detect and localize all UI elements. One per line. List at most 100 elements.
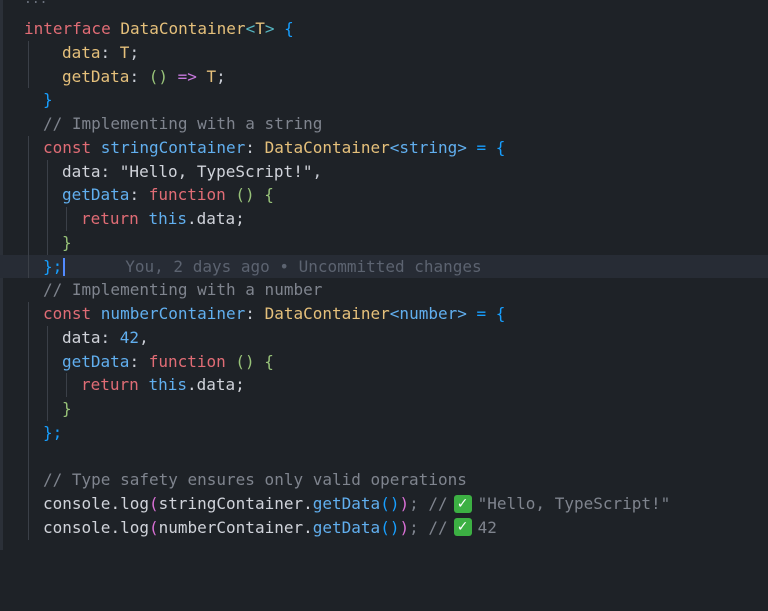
- brace: {: [274, 19, 294, 38]
- punctuation: :: [100, 161, 120, 181]
- comment: // Implementing with a number: [43, 280, 323, 300]
- code-line-13[interactable]: const numberContainer: DataContainer<num…: [0, 302, 768, 326]
- variable-name: stringContainer: [100, 137, 246, 157]
- member-access: .data;: [186, 209, 245, 228]
- variable-name: stringContainer: [158, 494, 304, 513]
- code-line-20[interactable]: // Type safety ensures only valid operat…: [0, 468, 768, 492]
- keyword: const: [43, 304, 101, 323]
- parens: (): [380, 494, 400, 513]
- indent-guide: [47, 183, 48, 207]
- comment: 42: [477, 517, 497, 537]
- comment: // Implementing with a string: [43, 114, 323, 133]
- method-name: getData: [62, 185, 130, 205]
- indent-guide: [28, 349, 29, 374]
- indent-guide: [28, 159, 29, 184]
- type-name: DataContainer: [120, 19, 246, 38]
- property: data: [62, 161, 101, 181]
- object-name: console: [43, 517, 111, 537]
- brace: }: [43, 90, 53, 110]
- paren: (: [148, 517, 159, 537]
- indent-guide: [47, 397, 48, 421]
- this-keyword: this: [148, 375, 187, 395]
- brace: }: [62, 232, 72, 252]
- parens: (): [148, 66, 168, 86]
- code-line-7[interactable]: data: "Hello, TypeScript!",: [0, 159, 768, 184]
- method-name: getData: [312, 517, 381, 537]
- method-name: getData: [62, 351, 130, 371]
- indent-guide: [28, 64, 29, 89]
- code-line-2[interactable]: data: T;: [0, 40, 768, 65]
- indent-guide: [47, 373, 48, 397]
- code-line-5[interactable]: // Implementing with a string: [0, 112, 768, 136]
- type-param: T: [206, 66, 217, 86]
- code-line-3[interactable]: getData: () => T;: [0, 64, 768, 89]
- property: data: [62, 327, 101, 347]
- indent-guide: [28, 515, 29, 540]
- code-editor[interactable]: ... interface DataContainer<T> { data: T…: [0, 0, 768, 550]
- arrow: =>: [167, 66, 207, 86]
- variable-name: numberContainer: [158, 517, 304, 537]
- keyword: function: [148, 185, 226, 205]
- indent-guide: [66, 373, 67, 397]
- indent-guide: [28, 40, 29, 65]
- punctuation: .: [303, 517, 313, 537]
- keyword: interface: [24, 19, 121, 38]
- comment: ; //: [409, 517, 448, 537]
- check-mark-icon: ✓: [453, 518, 472, 537]
- code-line-9[interactable]: return this.data;: [0, 207, 768, 231]
- punctuation: :: [100, 327, 120, 347]
- type-param: T: [255, 19, 265, 38]
- variable-name: numberContainer: [100, 304, 246, 323]
- code-line-8[interactable]: getData: function () {: [0, 183, 768, 207]
- bracket: <: [245, 19, 256, 38]
- punctuation: ,: [312, 161, 323, 181]
- punctuation: .: [303, 494, 313, 513]
- parens: (): [225, 185, 255, 205]
- indent-guide: [28, 420, 29, 445]
- code-line-14[interactable]: data: 42,: [0, 325, 768, 350]
- code-line-15[interactable]: getData: function () {: [0, 349, 768, 374]
- check-mark-icon: ✓: [453, 494, 472, 513]
- code-line-11[interactable]: }; You, 2 days ago • Uncommitted changes: [0, 254, 768, 279]
- indent-guide: [28, 468, 29, 492]
- indent-guide: [47, 230, 48, 255]
- code-line-10[interactable]: }: [0, 230, 768, 255]
- code-line-17[interactable]: }: [0, 397, 768, 421]
- string: "Hello, TypeScript!": [119, 161, 313, 181]
- code-line-4[interactable]: }: [0, 88, 768, 112]
- property: data: [62, 42, 101, 62]
- punctuation: ,: [139, 327, 149, 347]
- brace: }: [62, 399, 72, 418]
- object-name: console: [43, 494, 111, 513]
- code-line-18[interactable]: };: [0, 420, 768, 445]
- punctuation: :: [129, 351, 149, 371]
- parens: (): [380, 517, 400, 537]
- type-name: DataContainer: [264, 304, 390, 323]
- punctuation: ;: [216, 66, 226, 86]
- code-line-1[interactable]: interface DataContainer<T> {: [0, 17, 768, 41]
- method-call: .log: [110, 517, 149, 537]
- method-call: .log: [110, 494, 149, 513]
- method-name: getData: [312, 494, 381, 513]
- code-line-16[interactable]: return this.data;: [0, 373, 768, 397]
- brace: {: [254, 351, 274, 371]
- code-line-6[interactable]: const stringContainer: DataContainer<str…: [0, 135, 768, 160]
- punctuation: :: [245, 304, 265, 323]
- punctuation: :: [129, 185, 149, 205]
- keyword: return: [81, 375, 149, 395]
- brace: };: [43, 256, 63, 276]
- brace: = {: [466, 304, 506, 323]
- folded-region-marker[interactable]: ...: [24, 0, 47, 8]
- indent-guide: [28, 325, 29, 350]
- code-line-22[interactable]: console.log(numberContainer.getData()); …: [0, 515, 768, 540]
- code-line-12[interactable]: // Implementing with a number: [0, 278, 768, 302]
- paren: ): [399, 494, 410, 513]
- code-area[interactable]: interface DataContainer<T> { data: T; ge…: [0, 17, 768, 540]
- type-name: DataContainer: [264, 137, 390, 157]
- indent-guide: [28, 207, 29, 231]
- code-line-21[interactable]: console.log(stringContainer.getData()); …: [0, 492, 768, 516]
- code-line-19[interactable]: [0, 444, 768, 469]
- indent-guide: [28, 373, 29, 397]
- indent-guide: [47, 349, 48, 374]
- punctuation: ;: [129, 42, 140, 62]
